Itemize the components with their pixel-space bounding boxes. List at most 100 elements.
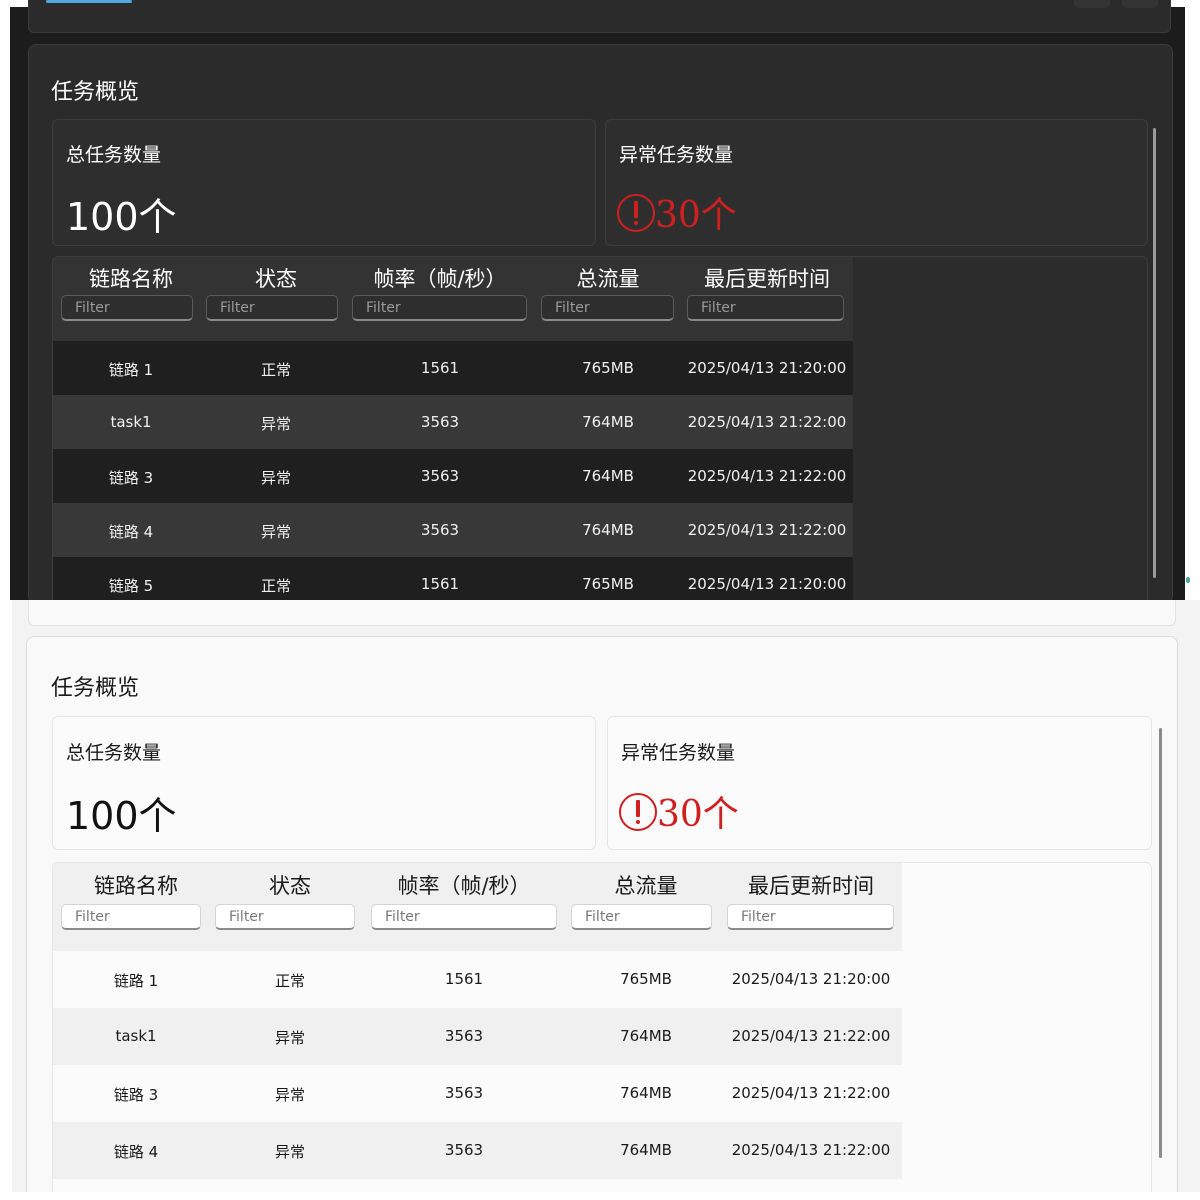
table-cell: 765MB xyxy=(582,575,634,593)
column-header[interactable]: 帧率（帧/秒） xyxy=(352,263,528,293)
column-header[interactable]: 状态 xyxy=(206,263,346,293)
top-card xyxy=(28,600,1176,626)
table-cell: 764MB xyxy=(582,521,634,539)
table-cell: 2025/04/13 21:20:00 xyxy=(731,970,891,988)
top-button[interactable] xyxy=(1122,0,1158,8)
table-cell: 2025/04/13 21:22:00 xyxy=(687,521,847,539)
table-row[interactable]: 链路 5 正常 1561 765MB 2025/04/13 21:20:00 xyxy=(53,557,853,600)
table-cell: 1561 xyxy=(420,575,460,593)
table-cell: 链路 1 xyxy=(113,972,159,990)
column-header[interactable]: 总流量 xyxy=(571,870,721,900)
column-header[interactable]: 链路名称 xyxy=(61,870,211,900)
total-tasks-label: 总任务数量 xyxy=(66,144,162,166)
table-cell: 正常 xyxy=(260,361,291,379)
top-card xyxy=(28,0,1171,33)
light-theme-screenshot: 任务概览 总任务数量 100个 异常任务数量 30个 链路名称 Filter 状态 F… xyxy=(0,600,1200,1200)
table-cell: 正常 xyxy=(274,972,305,990)
table-row[interactable]: 链路 3 异常 3563 764MB 2025/04/13 21:22:00 xyxy=(53,449,853,503)
table-row[interactable]: 链路 1 正常 1561 765MB 2025/04/13 21:20:00 xyxy=(53,951,902,1008)
column-header[interactable]: 状态 xyxy=(215,870,365,900)
vertical-scrollbar[interactable] xyxy=(1159,728,1162,1158)
dark-theme-screenshot: 任务概览 总任务数量 100个 异常任务数量 30个 链路名称 Filter 状态 F… xyxy=(0,0,1200,600)
table-cell: 1561 xyxy=(444,970,484,988)
table-cell: 正常 xyxy=(260,577,291,595)
table-cell: 异常 xyxy=(260,523,291,541)
total-tasks-card: 总任务数量 100个 xyxy=(52,119,596,246)
screen-edge xyxy=(0,1192,1200,1200)
table-cell: 链路 5 xyxy=(108,577,154,595)
table-row[interactable]: 链路 4 异常 3563 764MB 2025/04/13 21:22:00 xyxy=(53,503,853,557)
table-cell: 链路 1 xyxy=(108,361,154,379)
column-filter-input[interactable]: Filter xyxy=(687,295,844,321)
table-row[interactable]: 链路 3 异常 3563 764MB 2025/04/13 21:22:00 xyxy=(53,1065,902,1122)
column-filter-input[interactable]: Filter xyxy=(371,904,557,930)
table-cell: 链路 4 xyxy=(108,523,154,541)
section-title: 任务概览 xyxy=(51,676,140,701)
table-cell: 3563 xyxy=(444,1027,484,1045)
table-cell: 2025/04/13 21:22:00 xyxy=(731,1141,891,1159)
column-filter-input[interactable]: Filter xyxy=(352,295,527,321)
abnormal-tasks-card: 异常任务数量 30个 xyxy=(607,716,1152,850)
abnormal-tasks-count: 30个 xyxy=(657,794,739,835)
table-cell: 2025/04/13 21:20:00 xyxy=(687,575,847,593)
column-filter-input[interactable]: Filter xyxy=(541,295,674,321)
table-cell: 764MB xyxy=(620,1084,672,1102)
column-filter-input[interactable]: Filter xyxy=(61,904,201,930)
table-cell: 2025/04/13 21:22:00 xyxy=(731,1027,891,1045)
table-cell: 3563 xyxy=(420,467,460,485)
table-cell: 764MB xyxy=(582,467,634,485)
table-cell: 2025/04/13 21:22:00 xyxy=(687,413,847,431)
table-cell: 2025/04/13 21:22:00 xyxy=(687,467,847,485)
column-header[interactable]: 最后更新时间 xyxy=(727,870,895,900)
column-header[interactable]: 帧率（帧/秒） xyxy=(371,870,557,900)
abnormal-tasks-value: 30个 xyxy=(617,186,737,238)
abnormal-tasks-label: 异常任务数量 xyxy=(621,742,736,764)
table-cell: 异常 xyxy=(274,1029,305,1047)
table-row[interactable]: 链路 4 异常 3563 764MB 2025/04/13 21:22:00 xyxy=(53,1122,902,1179)
selected-tab-indicator[interactable] xyxy=(46,0,132,3)
screen-edge xyxy=(0,600,12,1200)
screen-edge xyxy=(1185,0,1200,600)
exclamation-circle-icon xyxy=(617,194,655,232)
column-filter-input[interactable]: Filter xyxy=(215,904,355,930)
table-cell: 2025/04/13 21:20:00 xyxy=(687,359,847,377)
total-tasks-card: 总任务数量 100个 xyxy=(52,716,596,850)
column-header[interactable]: 总流量 xyxy=(541,263,675,293)
column-header[interactable]: 最后更新时间 xyxy=(687,263,847,293)
table-cell: task1 xyxy=(115,1027,157,1045)
table-cell: 3563 xyxy=(444,1084,484,1102)
table-cell: 1561 xyxy=(420,359,460,377)
table-cell: 2025/04/13 21:22:00 xyxy=(731,1084,891,1102)
vertical-scrollbar[interactable] xyxy=(1153,128,1156,578)
total-tasks-value: 100个 xyxy=(66,195,177,239)
table-cell: 3563 xyxy=(420,521,460,539)
task-table: 链路名称 Filter 状态 Filter 帧率（帧/秒） Filter 总流量 Filter… xyxy=(52,862,1152,1200)
exclamation-circle-icon xyxy=(619,793,657,831)
table-cell: 765MB xyxy=(620,970,672,988)
column-filter-input[interactable]: Filter xyxy=(61,295,193,321)
abnormal-tasks-label: 异常任务数量 xyxy=(619,144,734,166)
column-filter-input[interactable]: Filter xyxy=(571,904,712,930)
table-cell: 链路 4 xyxy=(113,1143,159,1161)
abnormal-tasks-count: 30个 xyxy=(655,195,737,236)
table-cell: 异常 xyxy=(260,415,291,433)
table-cell: 764MB xyxy=(582,413,634,431)
section-title: 任务概览 xyxy=(51,80,140,105)
table-row[interactable]: 链路 1 正常 1561 765MB 2025/04/13 21:20:00 xyxy=(53,341,853,395)
column-filter-input[interactable]: Filter xyxy=(206,295,338,321)
table-cell: 764MB xyxy=(620,1027,672,1045)
table-cell: 3563 xyxy=(444,1141,484,1159)
table-cell: 异常 xyxy=(274,1086,305,1104)
abnormal-tasks-value: 30个 xyxy=(619,785,739,837)
table-row[interactable]: task1 异常 3563 764MB 2025/04/13 21:22:00 xyxy=(53,395,853,449)
total-tasks-label: 总任务数量 xyxy=(66,742,162,764)
column-filter-input[interactable]: Filter xyxy=(727,904,894,930)
total-tasks-value: 100个 xyxy=(66,794,177,838)
table-cell: task1 xyxy=(110,413,152,431)
table-cell: 链路 3 xyxy=(108,469,154,487)
table-cell: 764MB xyxy=(620,1141,672,1159)
top-button[interactable] xyxy=(1074,0,1110,8)
table-row[interactable]: task1 异常 3563 764MB 2025/04/13 21:22:00 xyxy=(53,1008,902,1065)
column-header[interactable]: 链路名称 xyxy=(61,263,201,293)
table-cell: 异常 xyxy=(260,469,291,487)
